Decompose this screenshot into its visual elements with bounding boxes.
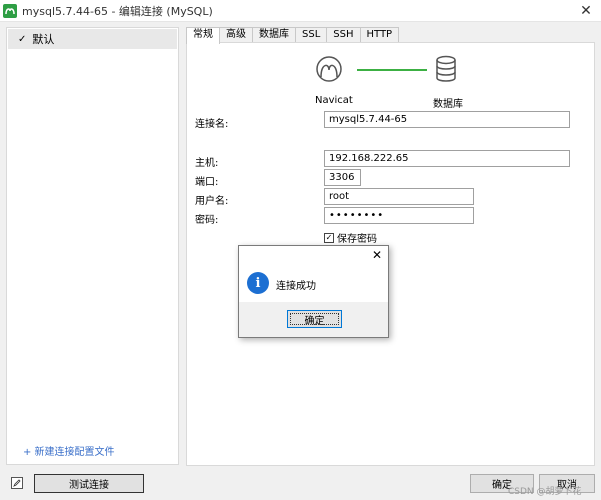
connection-line — [357, 69, 427, 71]
dialog-body: i 连接成功 — [239, 266, 388, 302]
host-label: 主机: — [195, 158, 219, 169]
port-input[interactable]: 3306 — [324, 169, 361, 186]
tab-ssl[interactable]: SSL — [295, 27, 328, 43]
check-icon: ✓ — [18, 33, 27, 45]
save-password-checkbox[interactable]: ✓ — [324, 232, 334, 243]
window-close-button[interactable]: ✕ — [577, 2, 595, 20]
port-label: 端口: — [195, 177, 219, 188]
info-icon: i — [247, 272, 269, 294]
title-bar: mysql5.7.44-65 - 编辑连接 (MySQL) ✕ — [0, 0, 601, 22]
test-connection-button[interactable]: 测试连接 — [34, 474, 144, 493]
navicat-label: Navicat — [315, 95, 353, 106]
tab-bar: 常规 高级 数据库 SSL SSH HTTP — [186, 27, 400, 44]
edit-icon[interactable] — [11, 477, 23, 489]
save-password-row[interactable]: ✓ 保存密码 — [324, 230, 377, 245]
username-input[interactable]: root — [324, 188, 474, 205]
navicat-logo-icon — [316, 56, 342, 82]
username-label: 用户名: — [195, 196, 229, 207]
tab-general[interactable]: 常规 — [186, 27, 220, 44]
dialog-message: 连接成功 — [276, 281, 316, 292]
profile-item-label: 默认 — [32, 33, 55, 46]
tab-http[interactable]: HTTP — [359, 27, 400, 43]
navicat-app-icon — [3, 3, 17, 18]
database-label: 数据库 — [433, 99, 463, 110]
password-input[interactable]: •••••••• — [324, 207, 474, 224]
profile-list: ✓ 默认 + 新建连接配置文件 — [6, 27, 179, 465]
new-config-link[interactable]: + 新建连接配置文件 — [23, 443, 115, 458]
password-label: 密码: — [195, 215, 219, 226]
window-title: mysql5.7.44-65 - 编辑连接 (MySQL) — [22, 4, 213, 18]
tab-advanced[interactable]: 高级 — [219, 27, 253, 43]
tab-database[interactable]: 数据库 — [252, 27, 296, 43]
tab-ssh[interactable]: SSH — [326, 27, 361, 43]
connection-success-dialog: ✕ i 连接成功 确定 — [238, 245, 389, 338]
profile-item-default[interactable]: ✓ 默认 — [8, 29, 177, 49]
save-password-label: 保存密码 — [337, 234, 377, 245]
host-input[interactable]: 192.168.222.65 — [324, 150, 570, 167]
dialog-ok-button[interactable]: 确定 — [287, 310, 342, 328]
database-icon — [436, 55, 456, 82]
connection-graphic: Navicat 数据库 — [307, 53, 467, 110]
watermark: CSDN @胡萝卜花 — [508, 487, 582, 497]
dialog-close-button[interactable]: ✕ — [372, 248, 382, 262]
dialog-title-bar: ✕ — [239, 246, 388, 266]
connection-name-label: 连接名: — [195, 119, 229, 130]
connection-name-input[interactable]: mysql5.7.44-65 — [324, 111, 570, 128]
